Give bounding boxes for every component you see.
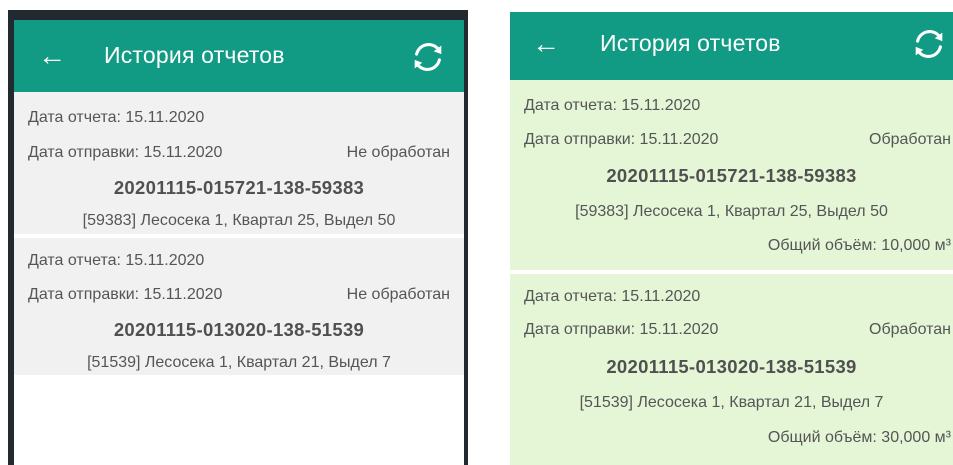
report-card[interactable]: Дата отчета: 15.11.2020 Дата отправки: 1… <box>510 274 953 465</box>
app-toolbar: ← История отчетов <box>510 12 953 80</box>
total-volume: Общий объём: 30,000 м³ <box>767 429 951 446</box>
report-date: Дата отчета: 15.11.2020 <box>28 109 205 126</box>
report-number: 20201115-015721-138-59383 <box>113 177 365 198</box>
report-history-screen: ← История отчетов Дата отчета: 15.11.202… <box>510 12 953 465</box>
sent-date: Дата отправки: 15.11.2020 <box>524 131 719 148</box>
location-text: [51539] Лесосека 1, Квартал 21, Выдел 7 <box>87 354 391 371</box>
report-number: 20201115-013020-138-51539 <box>113 319 365 340</box>
total-volume: Общий объём: 10,000 м³ <box>767 237 951 254</box>
report-number: 20201115-013020-138-51539 <box>606 356 857 377</box>
location-text: [51539] Лесосека 1, Квартал 21, Выдел 7 <box>579 394 884 411</box>
report-card[interactable]: Дата отчета: 15.11.2020 Дата отправки: 1… <box>510 80 953 270</box>
page-title: История отчетов <box>104 42 285 68</box>
location-text: [59383] Лесосека 1, Квартал 25, Выдел 50 <box>575 203 888 220</box>
status-label: Не обработан <box>346 286 450 303</box>
sent-date: Дата отправки: 15.11.2020 <box>524 321 719 338</box>
app-toolbar: ← История отчетов <box>14 20 464 92</box>
status-label: Обработан <box>869 321 951 338</box>
page-title: История отчетов <box>600 30 781 56</box>
refresh-icon[interactable] <box>910 25 948 63</box>
report-date: Дата отчета: 15.11.2020 <box>524 288 701 305</box>
sent-date: Дата отправки: 15.11.2020 <box>28 286 223 303</box>
report-date: Дата отчета: 15.11.2020 <box>28 252 205 269</box>
status-label: Обработан <box>869 131 951 148</box>
status-label: Не обработан <box>346 144 450 161</box>
arrow-left-icon[interactable]: ← <box>38 42 66 70</box>
refresh-icon[interactable] <box>409 38 447 76</box>
arrow-left-icon[interactable]: ← <box>532 30 560 58</box>
report-history-screen: ← История отчетов Дата отчета: 15.11.202… <box>14 20 464 465</box>
report-date: Дата отчета: 15.11.2020 <box>524 97 701 114</box>
location-text: [59383] Лесосека 1, Квартал 25, Выдел 50 <box>82 212 396 229</box>
report-card[interactable]: Дата отчета: 15.11.2020 Дата отправки: 1… <box>14 238 464 375</box>
sent-date: Дата отправки: 15.11.2020 <box>28 144 223 161</box>
report-number: 20201115-015721-138-59383 <box>606 165 857 186</box>
report-card[interactable]: Дата отчета: 15.11.2020 Дата отправки: 1… <box>14 92 464 234</box>
